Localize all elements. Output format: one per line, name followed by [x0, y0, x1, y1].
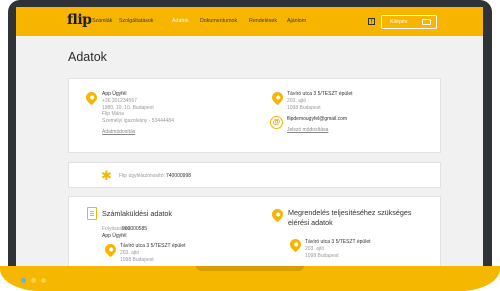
top-nav: flip Számlák Szolgáltatások Adatok Dokum… [16, 7, 483, 36]
pin-icon [102, 241, 119, 258]
delivery-heading-line2: elérési adatok [288, 218, 333, 227]
nav-link-documents[interactable]: Dokumentumok [200, 18, 237, 24]
customer-id-card: ✱ Flip ügyfélazonosító: 740000998 [68, 162, 441, 188]
customer-mother-name: Flip Mária [102, 111, 124, 117]
brand-logo[interactable]: flip [67, 12, 92, 28]
customer-id-value: 740000998 [166, 173, 192, 179]
billing-city: 1098 Budapest [120, 257, 154, 263]
pin-icon [287, 236, 304, 253]
page-title: Adatok [68, 50, 107, 64]
nav-link-recommend[interactable]: Ajánlom [287, 18, 306, 24]
edit-data-link[interactable]: Adatmódosítás [102, 129, 135, 135]
laptop-base [0, 266, 500, 291]
email-value: flipdemougyfel@gmail.com [287, 116, 348, 122]
delivery-heading-line1: Megrendelés teljesítéséhez szükséges [288, 208, 412, 217]
pin-icon [269, 89, 286, 106]
nav-link-orders[interactable]: Rendelések [249, 18, 277, 24]
logout-label: Kilépés [390, 19, 408, 25]
billing-account-value: 900000585 [122, 226, 148, 232]
document-icon [87, 207, 97, 220]
billing-street: Távíró utca 3 5/TESZT épület [120, 243, 186, 249]
pin-icon [269, 206, 286, 223]
delivery-floor: 203. ajtó [305, 246, 325, 252]
nav-link-data[interactable]: Adatok [172, 18, 189, 24]
address-street: Távíró utca 3 5/TESZT épület [287, 91, 353, 97]
personal-data-card: App Ügyfél +36 301234567 1980. 10. 10. B… [68, 78, 441, 153]
change-password-link[interactable]: Jelszó módosítása [287, 127, 328, 133]
customer-birth: 1980. 10. 10. Budapest [102, 104, 154, 111]
nav-link-services[interactable]: Szolgáltatások [119, 18, 153, 24]
customer-name: App Ügyfél [102, 91, 127, 97]
billing-floor: 203. ajtó [120, 250, 140, 256]
laptop-notch [196, 266, 304, 271]
customer-id-document: Személyi igazolvány - 53444484 [102, 117, 174, 124]
customer-id-label: Flip ügyfélazonosító: [119, 173, 165, 179]
customer-phone: +36 301234567 [102, 98, 137, 104]
pin-icon [83, 89, 100, 106]
at-icon: @ [270, 116, 283, 129]
indicator-dot-yellow [41, 278, 46, 283]
billing-delivery-card: Számlaküldési adatok Folyószámla: 900000… [68, 196, 441, 268]
app-screen: flip Számlák Szolgáltatások Adatok Dokum… [16, 7, 483, 268]
nav-link-invoices[interactable]: Számlák [92, 18, 112, 24]
indicator-dot-yellow [31, 278, 36, 283]
address-city: 1098 Budapest [287, 104, 321, 111]
delivery-city: 1098 Budapest [305, 253, 339, 259]
delivery-street: Távíró utca 3 5/TESZT épület [305, 239, 371, 245]
logout-button[interactable]: Kilépés [381, 15, 437, 29]
address-floor: 203. ajtó [287, 98, 307, 104]
indicator-dot-blue [21, 278, 26, 283]
billing-name: App Ügyfél [102, 232, 127, 239]
facebook-icon[interactable]: f [368, 18, 375, 25]
gear-icon: ✱ [101, 168, 112, 183]
logout-icon [422, 19, 431, 25]
billing-heading: Számlaküldési adatok [102, 209, 172, 218]
